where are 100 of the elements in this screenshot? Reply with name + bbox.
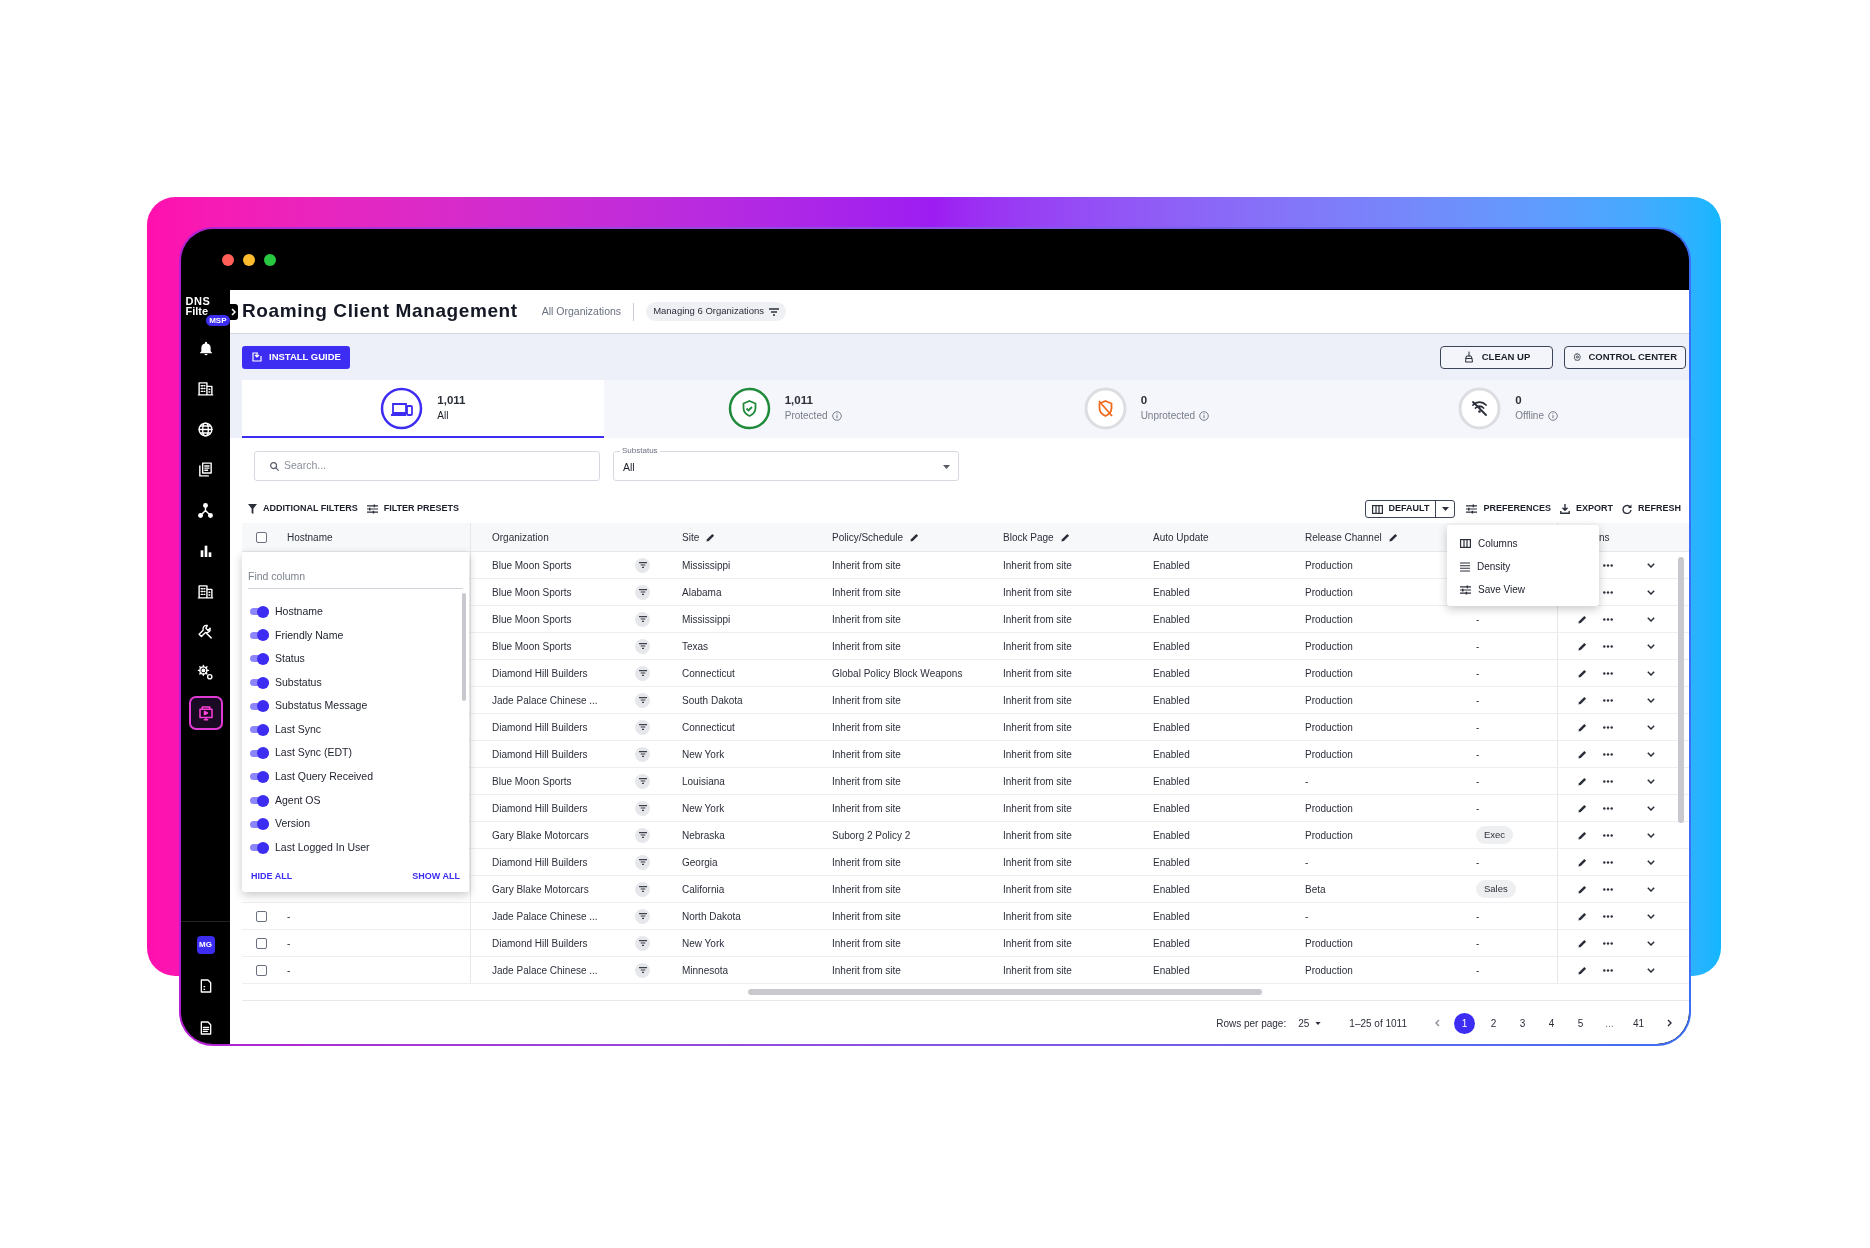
page-button[interactable]: 5 <box>1570 1012 1591 1034</box>
show-all-button[interactable]: SHOW ALL <box>412 870 460 884</box>
page-button[interactable]: 41 <box>1628 1012 1649 1034</box>
status-tab[interactable]: 1,011 All <box>242 380 604 438</box>
filter-button[interactable] <box>635 746 650 762</box>
search-field[interactable]: Search... <box>254 451 600 481</box>
column-option-label: Substatus Message <box>275 698 368 714</box>
edit-button[interactable] <box>1576 667 1588 679</box>
additional-filters-button[interactable]: ADDITIONAL FILTERS <box>248 502 358 516</box>
chevron-down-icon <box>1647 562 1655 568</box>
filter-button[interactable] <box>635 665 650 681</box>
column-header[interactable]: Organization <box>492 529 549 545</box>
column-header[interactable]: Auto Update <box>1153 529 1209 545</box>
toggle-switch[interactable] <box>250 629 269 642</box>
edit-button[interactable] <box>1576 775 1588 787</box>
edit-button[interactable] <box>1576 748 1588 760</box>
row-checkbox[interactable] <box>255 910 267 922</box>
toggle-switch[interactable] <box>250 818 269 831</box>
rows-per-page-select[interactable]: 25 <box>1298 1015 1322 1031</box>
edit-button[interactable] <box>1576 964 1588 976</box>
column-header[interactable]: Hostname <box>287 529 333 545</box>
minimize-button[interactable] <box>243 253 255 266</box>
toggle-switch[interactable] <box>250 700 269 713</box>
edit-button[interactable] <box>1576 856 1588 868</box>
refresh-button[interactable]: REFRESH <box>1622 502 1681 516</box>
table-cell-text: - <box>1476 693 1480 708</box>
page-button[interactable]: 1 <box>1454 1012 1475 1034</box>
status-tab[interactable]: 1,011 Protected <box>603 380 966 438</box>
filter-button[interactable] <box>635 638 650 654</box>
toggle-switch[interactable] <box>250 653 269 665</box>
toggle-switch[interactable] <box>250 747 269 760</box>
filter-button[interactable] <box>635 827 650 843</box>
edit-button[interactable] <box>1576 640 1588 652</box>
column-header[interactable]: Site <box>682 529 700 545</box>
toggle-switch[interactable] <box>250 841 269 854</box>
status-tab[interactable]: 0 Unprotected <box>965 380 1328 438</box>
table-cell-text: Inherit from site <box>1003 666 1072 681</box>
export-button[interactable]: EXPORT <box>1559 502 1613 516</box>
collapse-button[interactable] <box>230 303 238 320</box>
organizations-filter-chip[interactable]: Managing 6 Organizations <box>646 302 787 321</box>
page-button[interactable]: 2 <box>1483 1012 1504 1034</box>
edit-button[interactable] <box>1576 802 1588 814</box>
more-icon <box>1603 914 1613 918</box>
maximize-button[interactable] <box>264 253 276 266</box>
close-button[interactable] <box>222 253 234 266</box>
panel-scrollbar[interactable] <box>462 593 466 701</box>
filter-button[interactable] <box>635 557 650 573</box>
filter-button[interactable] <box>635 611 650 627</box>
control-center-button[interactable]: CONTROL CENTER <box>1564 345 1686 369</box>
filter-button[interactable] <box>635 692 650 708</box>
menu-item[interactable]: Density <box>1447 555 1599 578</box>
filter-presets-button[interactable]: FILTER PRESETS <box>366 502 459 516</box>
edit-button[interactable] <box>1576 721 1588 733</box>
toggle-switch[interactable] <box>250 605 269 618</box>
breadcrumb-link[interactable]: All Organizations <box>541 303 622 320</box>
sidebar-item[interactable] <box>188 695 223 730</box>
pencil-icon <box>1577 668 1587 678</box>
column-header[interactable]: Policy/Schedule <box>832 529 904 545</box>
filter-button[interactable] <box>635 935 650 951</box>
select-all-checkbox[interactable] <box>255 531 267 543</box>
toggle-switch[interactable] <box>250 723 269 736</box>
filter-button[interactable] <box>635 773 650 789</box>
column-header[interactable]: Block Page <box>1003 529 1054 545</box>
table-cell-text: Diamond Hill Builders <box>492 801 588 816</box>
row-checkbox[interactable] <box>255 937 267 949</box>
edit-button[interactable] <box>1576 883 1588 895</box>
filter-button[interactable] <box>635 800 650 816</box>
edit-button[interactable] <box>1576 937 1588 949</box>
page-button[interactable]: 4 <box>1541 1012 1562 1034</box>
edit-button[interactable] <box>1576 829 1588 841</box>
filter-button[interactable] <box>635 584 650 600</box>
install-guide-button[interactable]: INSTALL GUIDE <box>242 345 350 369</box>
clean-up-button[interactable]: CLEAN UP <box>1440 345 1553 369</box>
menu-item[interactable]: Columns <box>1447 532 1599 555</box>
table-cell-text: - <box>1476 747 1480 762</box>
column-header[interactable]: ns <box>1599 529 1610 545</box>
status-tab[interactable]: 0 Offline <box>1327 380 1689 438</box>
edit-button[interactable] <box>1576 613 1588 625</box>
find-column-field[interactable]: Find column <box>248 568 463 585</box>
page-button[interactable]: 3 <box>1512 1012 1533 1034</box>
hide-all-button[interactable]: HIDE ALL <box>251 870 293 884</box>
filter-button[interactable] <box>635 962 650 978</box>
preferences-button[interactable]: PREFERENCES <box>1466 502 1551 516</box>
column-header[interactable]: Release Channel <box>1305 529 1382 545</box>
user-avatar[interactable]: MG <box>196 936 215 954</box>
filter-button[interactable] <box>635 854 650 870</box>
filter-button[interactable] <box>635 908 650 924</box>
toggle-switch[interactable] <box>250 770 269 783</box>
menu-item[interactable]: Save View <box>1447 578 1599 601</box>
filter-button[interactable] <box>635 719 650 735</box>
table-cell-text: Enabled <box>1153 747 1190 762</box>
horizontal-scrollbar[interactable] <box>748 989 1262 995</box>
toggle-switch[interactable] <box>250 676 269 689</box>
search-input[interactable]: Search... <box>284 458 585 474</box>
filter-button[interactable] <box>635 881 650 897</box>
row-checkbox[interactable] <box>255 964 267 976</box>
edit-button[interactable] <box>1576 694 1588 706</box>
vertical-scrollbar[interactable] <box>1678 557 1684 823</box>
edit-button[interactable] <box>1576 910 1588 922</box>
toggle-switch[interactable] <box>250 794 269 807</box>
